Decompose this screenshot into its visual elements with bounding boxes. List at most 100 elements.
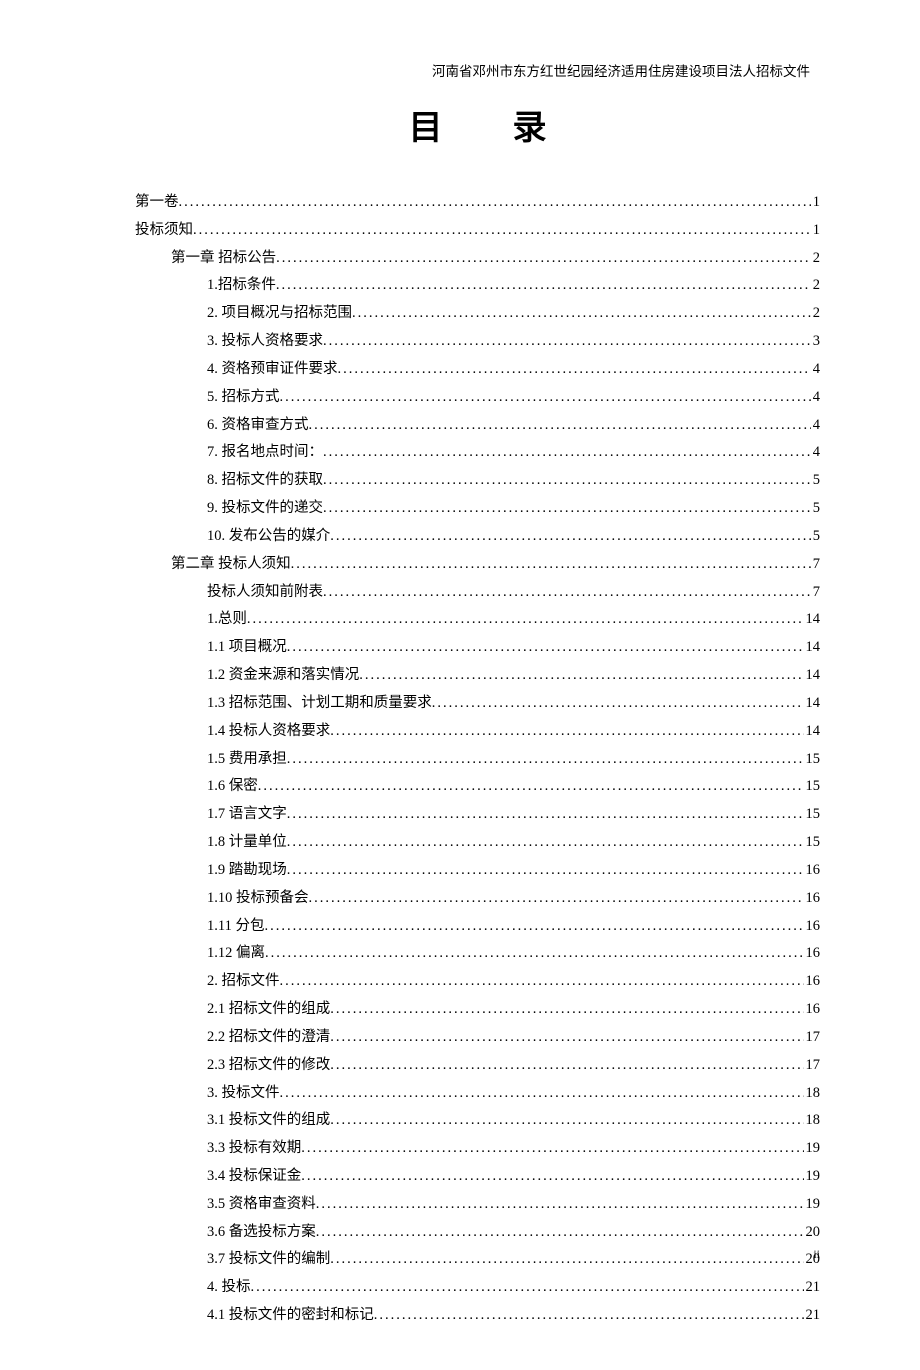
toc-entry-label: 4. 投标 [207,1274,251,1302]
toc-leader-dots [276,245,811,273]
toc-entry-page: 16 [804,857,821,885]
toc-leader-dots [287,634,804,662]
toc-entry-label: 3.7 投标文件的编制 [207,1246,330,1274]
toc-entry-label: 4.1 投标文件的密封和标记 [207,1302,374,1330]
toc-entry-label: 1.11 分包 [207,913,264,941]
toc-entry-page: 4 [811,384,820,412]
toc-entry-label: 第二章 投标人须知 [171,551,291,579]
toc-entry-label: 6. 资格审查方式 [207,412,309,440]
toc-entry-page: 14 [804,634,821,662]
toc-entry: 1.总则14 [135,606,820,634]
toc-entry-page: 2 [811,300,820,328]
toc-entry-page: 1 [811,217,820,245]
toc-entry-page: 18 [804,1107,821,1135]
toc-leader-dots [330,1107,803,1135]
toc-entry-label: 1.8 计量单位 [207,829,287,857]
toc-entry-label: 第一章 招标公告 [171,245,276,273]
toc-entry-label: 3.5 资格审查资料 [207,1191,316,1219]
toc-entry: 1.5 费用承担 15 [135,746,820,774]
toc-entry-label: 1.6 保密 [207,773,258,801]
toc-entry: 3.5 资格审查资料19 [135,1191,820,1219]
toc-leader-dots [287,746,804,774]
toc-leader-dots [280,1080,804,1108]
toc-entry-page: 14 [804,606,821,634]
toc-entry: 3.4 投标保证金19 [135,1163,820,1191]
toc-entry-page: 14 [804,662,821,690]
toc-leader-dots [330,996,803,1024]
toc-entry: 2.1 招标文件的组成16 [135,996,820,1024]
toc-entry-page: 15 [804,773,821,801]
toc-entry: 3.7 投标文件的编制20 [135,1246,820,1274]
toc-entry-label: 5. 招标方式 [207,384,280,412]
toc-entry-page: 21 [804,1274,821,1302]
toc-entry-label: 1.5 费用承担 [207,746,287,774]
toc-entry-page: 1 [811,189,820,217]
toc-entry: 3. 投标文件18 [135,1080,820,1108]
toc-entry: 10. 发布公告的媒介 5 [135,523,820,551]
toc-entry: 1.9 踏勘现场 16 [135,857,820,885]
toc-entry-page: 15 [804,801,821,829]
toc-entry: 5. 招标方式 4 [135,384,820,412]
toc-leader-dots [323,328,811,356]
toc-leader-dots [330,1052,803,1080]
toc-entry-page: 14 [804,718,821,746]
toc-entry: 1.12 偏离16 [135,940,820,968]
toc-entry: 3.1 投标文件的组成 18 [135,1107,820,1135]
toc-leader-dots [251,1274,804,1302]
toc-entry-label: 3.6 备选投标方案 [207,1219,316,1247]
toc-entry-label: 3.1 投标文件的组成 [207,1107,330,1135]
toc-leader-dots [352,300,811,328]
toc-entry: 9. 投标文件的递交5 [135,495,820,523]
toc-leader-dots [323,495,811,523]
toc-entry: 2. 项目概况与招标范围2 [135,300,820,328]
toc-entry: 1.11 分包16 [135,913,820,941]
toc-entry-label: 1.1 项目概况 [207,634,287,662]
toc-leader-dots [193,217,811,245]
toc-entry: 3.6 备选投标方案20 [135,1219,820,1247]
toc-leader-dots [330,1246,803,1274]
toc-entry-page: 14 [804,690,821,718]
toc-entry-label: 4. 资格预审证件要求 [207,356,338,384]
toc-entry: 4. 资格预审证件要求4 [135,356,820,384]
toc-entry-page: 17 [804,1052,821,1080]
toc-entry-label: 第一卷 [135,189,179,217]
toc-entry-page: 5 [811,523,820,551]
toc-entry-label: 1.9 踏勘现场 [207,857,287,885]
toc-leader-dots [359,662,803,690]
toc-entry-page: 15 [804,746,821,774]
toc-leader-dots [276,272,811,300]
toc-entry-page: 21 [804,1302,821,1330]
toc-entry-page: 16 [804,968,821,996]
toc-leader-dots [258,773,804,801]
toc-leader-dots [338,356,811,384]
toc-entry: 第二章 投标人须知 7 [135,551,820,579]
toc-entry: 7. 报名地点时间：4 [135,439,820,467]
toc-entry-page: 17 [804,1024,821,1052]
toc-entry: 6. 资格审查方式 4 [135,412,820,440]
toc-leader-dots [309,412,811,440]
toc-entry-page: 2 [811,272,820,300]
toc-entry-label: 9. 投标文件的递交 [207,495,323,523]
toc-entry-label: 7. 报名地点时间： [207,439,323,467]
toc-leader-dots [323,579,811,607]
toc-entry-label: 投标人须知前附表 [207,579,323,607]
toc-leader-dots [323,439,811,467]
toc-leader-dots [287,857,804,885]
toc-leader-dots [316,1191,804,1219]
toc-entry: 2.3 招标文件的修改17 [135,1052,820,1080]
toc-entry-page: 4 [811,412,820,440]
toc-entry: 1.4 投标人资格要求14 [135,718,820,746]
toc-entry-label: 1.2 资金来源和落实情况 [207,662,359,690]
toc-entry-label: 8. 招标文件的获取 [207,467,323,495]
toc-leader-dots [179,189,811,217]
toc-entry-page: 2 [811,245,820,273]
toc-entry-page: 7 [811,551,820,579]
toc-entry-label: 10. 发布公告的媒介 [207,523,330,551]
toc-leader-dots [301,1135,803,1163]
toc-entry-page: 3 [811,328,820,356]
toc-entry: 2. 招标文件16 [135,968,820,996]
toc-entry: 1.2 资金来源和落实情况 14 [135,662,820,690]
toc-entry-page: 19 [804,1163,821,1191]
toc-leader-dots [323,467,811,495]
table-of-contents: 第一卷1投标须知1第一章 招标公告21.招标条件22. 项目概况与招标范围23.… [135,189,820,1330]
